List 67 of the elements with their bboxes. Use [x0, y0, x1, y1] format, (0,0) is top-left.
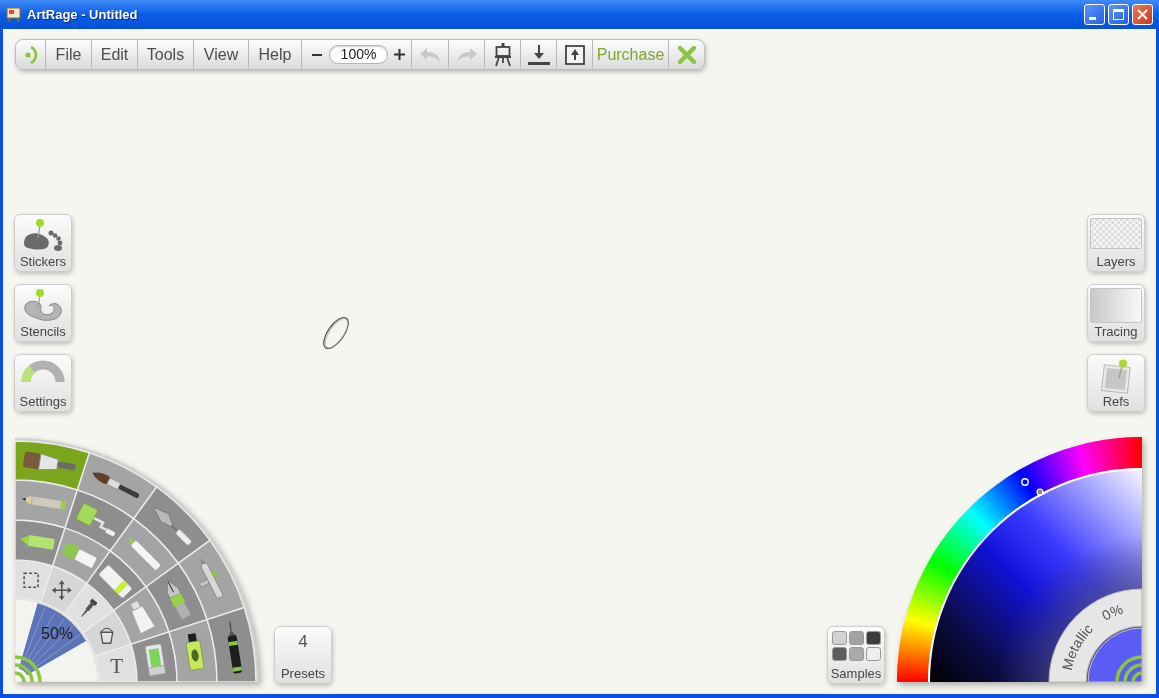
airbrush-icon [199, 558, 224, 600]
menu-button[interactable]: Edit [91, 40, 137, 69]
arcs-icon [1115, 655, 1142, 682]
maximize-icon [1113, 9, 1124, 20]
menu-button[interactable]: View [193, 40, 248, 69]
swirl-shape-icon [21, 288, 65, 322]
metallic-ring[interactable] [1048, 588, 1142, 682]
zoom-in-button[interactable] [393, 46, 405, 63]
menu-button[interactable]: File [45, 40, 91, 69]
footprint-icon [21, 218, 65, 252]
stickers-button[interactable]: Stickers [14, 214, 72, 272]
hue-marker-icon[interactable] [1021, 478, 1029, 486]
redo-arrow-icon [455, 46, 478, 63]
round-brush-icon [92, 472, 140, 499]
logo-icon [23, 44, 38, 65]
checkerboard-thumbnail-icon [1090, 218, 1142, 249]
arch-gauge-icon [20, 358, 66, 384]
paint-roller-icon [75, 502, 117, 538]
eyedropper-icon [81, 598, 98, 618]
metallic-value: 0% [1099, 600, 1125, 624]
pinned-note-icon [1098, 358, 1134, 394]
eraser-icon [98, 564, 133, 599]
menu-button[interactable]: Help [248, 40, 301, 69]
paint-tube-icon [129, 600, 156, 634]
maximize-button[interactable] [1108, 4, 1129, 25]
technical-pen-tool-button[interactable] [206, 606, 257, 682]
palette-knife-icon [152, 506, 193, 547]
refs-button[interactable]: Refs [1087, 354, 1145, 412]
stencils-button[interactable]: Stencils [14, 284, 72, 342]
paint-bucket-icon [100, 627, 114, 644]
marker-pen-icon [128, 537, 162, 572]
chalk-stick-icon [61, 541, 98, 569]
close-icon [1137, 9, 1148, 20]
brush-stroke-icon [18, 603, 86, 675]
menu-button[interactable]: Tools [137, 40, 193, 69]
flat-brush-tool-button[interactable] [15, 440, 91, 491]
undo-arrow-icon [419, 46, 441, 63]
plus-icon [393, 49, 405, 60]
close-icon [677, 45, 696, 64]
easel-icon [6, 6, 21, 23]
color-marker-icon[interactable] [1036, 488, 1044, 496]
technical-pen-icon [227, 621, 243, 674]
crayon-icon [20, 534, 55, 550]
easel-icon [493, 42, 512, 67]
arcs-icon [15, 655, 42, 682]
bottle-icon [185, 633, 205, 671]
brush-size-label: 50% [41, 625, 73, 642]
text-tool-button[interactable]: T [94, 643, 138, 682]
tracing-button[interactable]: Tracing [1087, 284, 1145, 342]
samples-button[interactable]: Samples [827, 626, 885, 684]
presets-button[interactable]: 4 Presets [274, 626, 332, 684]
zoom-field[interactable]: 100% [329, 45, 388, 64]
window-title: ArtRage - Untitled [27, 5, 138, 24]
download-icon [527, 43, 550, 66]
move-arrows-icon [51, 580, 72, 601]
pencil-icon [21, 495, 66, 511]
flat-brush-icon [22, 451, 76, 471]
close-window-button[interactable] [1132, 4, 1153, 25]
minus-icon [312, 53, 322, 56]
layers-button[interactable]: Layers [1087, 214, 1145, 272]
blank-thumbnail-icon [1090, 288, 1142, 323]
dashed-selection-icon [23, 572, 39, 589]
pen-nib-icon [166, 579, 191, 620]
settings-button[interactable]: Settings [14, 354, 72, 412]
minimize-icon [1089, 17, 1096, 20]
minimize-button[interactable] [1084, 4, 1105, 25]
jar-icon [144, 643, 166, 677]
